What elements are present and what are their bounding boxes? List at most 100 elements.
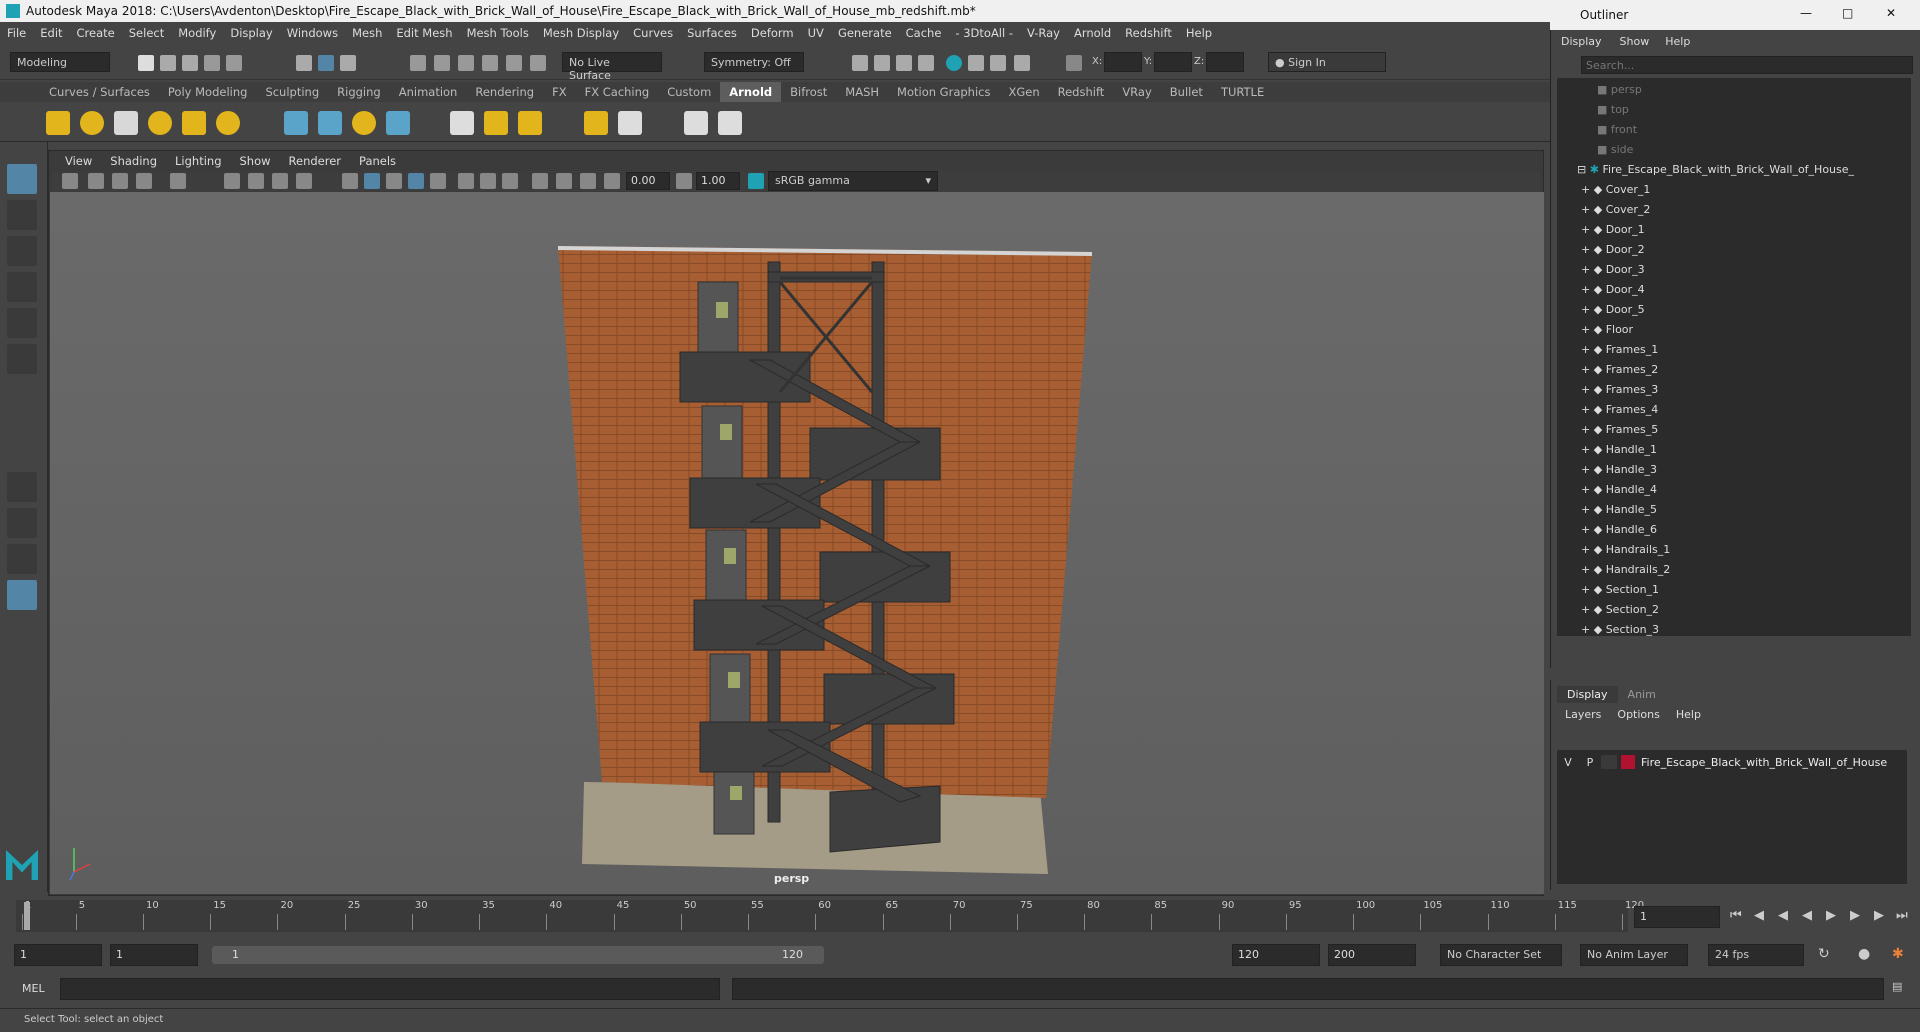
expand-icon[interactable]: + [1581,203,1594,216]
smooth-shade-icon[interactable] [364,173,380,189]
close-icon[interactable]: ✕ [1886,6,1896,20]
grease-pencil-icon[interactable] [170,173,186,189]
menu-surfaces[interactable]: Surfaces [680,26,744,40]
tree-item-handrails-1[interactable]: + ◆ Handrails_1 [1557,540,1907,560]
viewport-menu-shading[interactable]: Shading [101,152,166,170]
layer-type-toggle[interactable] [1601,755,1617,769]
snap-surface-icon[interactable] [506,55,522,71]
layer-menu-options[interactable]: Options [1609,706,1667,723]
tab-bifrost[interactable]: Bifrost [781,82,836,102]
tab-anim[interactable]: Anim [1618,686,1666,703]
save-scene-icon[interactable] [182,55,198,71]
outliner-menu-help[interactable]: Help [1657,35,1698,48]
auto-key-icon[interactable]: ● [1858,946,1870,962]
step-forward-icon[interactable]: ▶ [1874,908,1884,923]
use-all-lights-icon[interactable] [430,173,446,189]
step-back-key-icon[interactable]: ◀ [1778,908,1788,923]
tree-item-frames-2[interactable]: + ◆ Frames_2 [1557,360,1907,380]
outliner-search-input[interactable] [1581,56,1913,74]
menu-modify[interactable]: Modify [171,26,223,40]
time-slider[interactable]: 1510152025303540455055606570758085909510… [0,898,1920,938]
hypershade-icon[interactable] [946,55,962,71]
four-view-layout-icon[interactable] [7,508,37,538]
tab-rendering[interactable]: Rendering [466,82,543,102]
vray-render-icon[interactable] [990,55,1006,71]
expand-icon[interactable]: + [1581,283,1594,296]
light-portal-icon[interactable] [182,111,206,135]
expand-icon[interactable]: + [1581,263,1594,276]
x-coordinate-field[interactable] [1104,52,1142,72]
menu-arnold[interactable]: Arnold [1067,26,1118,40]
command-input[interactable] [60,978,720,1000]
outliner-menu-show[interactable]: Show [1612,35,1658,48]
minimize-icon[interactable]: — [1800,6,1812,20]
menu-cache[interactable]: Cache [899,26,949,40]
command-language-label[interactable]: MEL [22,982,45,995]
time-ruler[interactable]: 1510152025303540455055606570758085909510… [16,900,1644,932]
current-time-indicator[interactable] [24,902,30,930]
render-current-frame-icon[interactable] [874,55,890,71]
expand-icon[interactable]: + [1581,183,1594,196]
expand-icon[interactable]: + [1581,463,1594,476]
expand-icon[interactable]: + [1581,343,1594,356]
view-transform-dropdown[interactable]: sRGB gamma ▾ [768,171,938,191]
tree-item-door-2[interactable]: + ◆ Door_2 [1557,240,1907,260]
exposure-field[interactable]: 0.00 [626,172,670,190]
menu-3dtoall[interactable]: - 3DtoAll - [948,26,1020,40]
color-management-icon[interactable] [748,173,764,189]
tree-item-floor[interactable]: + ◆ Floor [1557,320,1907,340]
tree-item-handle-5[interactable]: + ◆ Handle_5 [1557,500,1907,520]
loop-icon[interactable]: ↻ [1818,946,1830,962]
expand-icon[interactable]: + [1581,563,1594,576]
script-editor-icon[interactable]: ▤ [1892,980,1902,993]
tab-bullet[interactable]: Bullet [1161,82,1212,102]
perspective-viewport[interactable]: persp [50,192,1544,894]
tree-item-door-5[interactable]: + ◆ Door_5 [1557,300,1907,320]
motion-blur-icon[interactable] [502,173,518,189]
wireframe-icon[interactable] [342,173,358,189]
layer-menu-layers[interactable]: Layers [1557,706,1609,723]
tree-item-handle-1[interactable]: + ◆ Handle_1 [1557,440,1907,460]
tree-item-door-3[interactable]: + ◆ Door_3 [1557,260,1907,280]
tab-animation[interactable]: Animation [390,82,467,102]
expand-icon[interactable]: + [1581,623,1594,636]
expand-icon[interactable]: + [1581,323,1594,336]
mode-dropdown[interactable]: Modeling [10,52,110,72]
shadows-icon[interactable] [458,173,474,189]
grid-icon[interactable] [224,173,240,189]
tab-curves-surfaces[interactable]: Curves / Surfaces [40,82,159,102]
select-tool-icon[interactable] [7,164,37,194]
snap-point-icon[interactable] [458,55,474,71]
pause-icon[interactable] [1014,55,1030,71]
select-by-object-icon[interactable] [318,55,334,71]
expand-icon[interactable]: + [1581,583,1594,596]
delete-cache-icon[interactable] [518,111,542,135]
snap-pivot-icon[interactable] [530,55,546,71]
menu-mesh-tools[interactable]: Mesh Tools [460,26,536,40]
expand-icon[interactable]: + [1581,423,1594,436]
menu-generate[interactable]: Generate [831,26,899,40]
gate-mask-icon[interactable] [296,173,312,189]
isolate-select-icon[interactable] [532,173,548,189]
tab-fx-caching[interactable]: FX Caching [576,82,659,102]
anim-layer-dropdown[interactable]: No Anim Layer [1580,944,1688,966]
tab-custom[interactable]: Custom [658,82,720,102]
rotate-tool-icon[interactable] [7,308,37,338]
tree-item-front[interactable]: ■ front [1557,120,1907,140]
layer-visibility-toggle[interactable]: V [1557,756,1579,769]
export-standin-icon[interactable] [318,111,342,135]
expand-icon[interactable]: + [1581,403,1594,416]
scale-tool-icon[interactable] [7,344,37,374]
tree-item-handle-4[interactable]: + ◆ Handle_4 [1557,480,1907,500]
anim-preferences-icon[interactable]: ✱ [1892,946,1904,962]
outliner-layout-icon[interactable] [7,580,37,610]
physical-sky-icon[interactable] [216,111,240,135]
viewport-menu-view[interactable]: View [56,152,101,170]
step-forward-key-icon[interactable]: ▶ [1850,908,1860,923]
animation-start-field[interactable]: 1 [14,944,102,966]
transform-mode-icon[interactable] [1066,55,1082,71]
tree-item-persp[interactable]: ■ persp [1557,80,1907,100]
film-gate-icon[interactable] [248,173,264,189]
menu-create[interactable]: Create [70,26,122,40]
character-set-dropdown[interactable]: No Character Set [1440,944,1562,966]
